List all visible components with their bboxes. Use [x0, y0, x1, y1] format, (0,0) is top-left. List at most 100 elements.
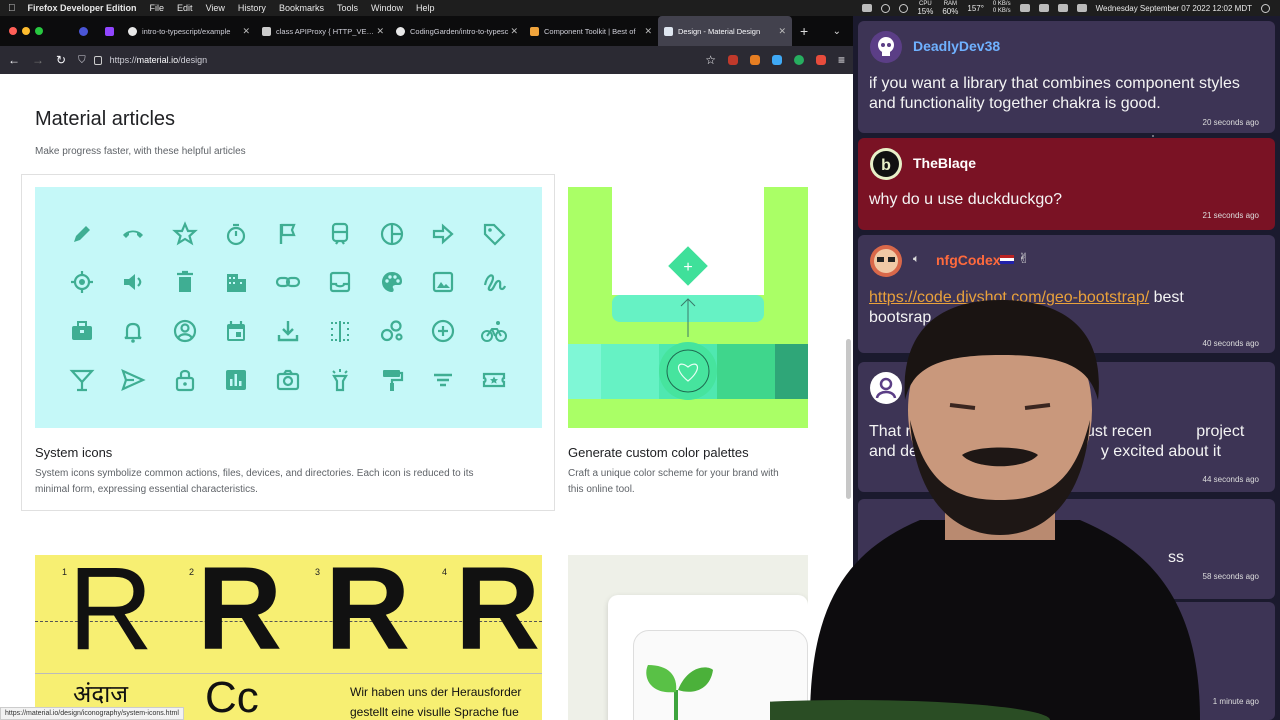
search-icon[interactable]: [1057, 4, 1068, 12]
chat-timestamp: 40 seconds ago: [1202, 339, 1260, 348]
tab-class-apiproxy[interactable]: class APIProxy { HTTP_VERB ✕: [256, 16, 390, 46]
new-tab-button[interactable]: +: [800, 23, 808, 39]
type-letter-r-2: R: [197, 555, 283, 675]
menu-bookmarks[interactable]: Bookmarks: [279, 3, 324, 13]
type-letter-r-3: R: [325, 555, 411, 675]
chat-text: ss: [1168, 549, 1184, 566]
tab-component-toolkit[interactable]: Component Toolkit | Best of ✕: [524, 16, 658, 46]
ticket-icon: [481, 367, 507, 393]
extension-2-icon[interactable]: [749, 55, 760, 65]
chat-message[interactable]: 1 minute ago: [858, 602, 1275, 720]
zoom-window-button[interactable]: [35, 27, 43, 35]
bookmark-star-icon[interactable]: ☆: [705, 53, 716, 67]
tab-codinggarden[interactable]: CodingGarden/intro-to-typesc ✕: [390, 16, 524, 46]
typography-illustration[interactable]: 1 2 3 4 R R R R अंदाज Cc Wir haben uns d…: [35, 555, 542, 720]
material-icon: [664, 26, 673, 36]
menu-file[interactable]: File: [150, 3, 165, 13]
skull-icon: [878, 37, 894, 56]
close-tab-icon[interactable]: ✕: [242, 26, 250, 37]
muted-icon: 🔈︎: [913, 253, 920, 265]
cpu-stat[interactable]: CPU 15%: [917, 1, 933, 16]
extension-5-icon[interactable]: [815, 55, 826, 65]
menu-view[interactable]: View: [206, 3, 225, 13]
pencil-icon: [69, 221, 95, 247]
menu-history[interactable]: History: [238, 3, 266, 13]
chat-message[interactable]: 🔈︎ nfgCodex ✌︎ https://code.divshot.com/…: [858, 235, 1275, 353]
apple-icon[interactable]: : [8, 3, 16, 14]
chat-username[interactable]: DeadlyDev38: [913, 38, 1000, 54]
system-icons-illustration[interactable]: [35, 187, 542, 428]
chat-timestamp: 44 seconds ago: [1202, 475, 1260, 484]
chat-username[interactable]: nfgCodex: [936, 252, 1001, 268]
back-button[interactable]: ←: [8, 53, 20, 67]
menu-window[interactable]: Window: [371, 3, 403, 13]
forward-button[interactable]: →: [32, 53, 44, 67]
bubbles-icon: [379, 318, 405, 344]
ram-stat[interactable]: RAM 60%: [942, 1, 958, 16]
menu-app-name[interactable]: Firefox Developer Edition: [28, 3, 137, 13]
close-tab-icon[interactable]: ✕: [376, 26, 384, 37]
material-page: Material articles Make progress faster, …: [0, 74, 853, 720]
tab-list-chevron-icon[interactable]: ⌄: [833, 26, 841, 37]
chat-username[interactable]: TheBlaqe: [913, 155, 976, 171]
extension-3-icon[interactable]: [771, 55, 782, 65]
card-title-system-icons[interactable]: System icons: [35, 445, 112, 460]
flashlight-icon: [327, 367, 353, 393]
extension-4-icon[interactable]: [793, 55, 804, 65]
avatar[interactable]: b: [870, 148, 902, 180]
menu-tools[interactable]: Tools: [337, 3, 358, 13]
twitch-icon: [104, 26, 114, 36]
chat-message-highlighted[interactable]: b TheBlaqe why do u use duckduckgo? 21 s…: [858, 138, 1275, 230]
chat-message[interactable]: That r me in the past but I just recen p…: [858, 362, 1275, 492]
plant-leaf-icon: [646, 665, 713, 720]
add-circle-icon: [430, 318, 456, 344]
palette-icon: [379, 269, 405, 295]
avatar[interactable]: [870, 372, 902, 404]
type-letter-r-4: R: [455, 555, 541, 675]
menu-help[interactable]: Help: [416, 3, 435, 13]
power-icon[interactable]: [1261, 3, 1270, 13]
temperature-stat[interactable]: 157°: [967, 4, 984, 13]
camera-icon: [275, 367, 301, 393]
minimize-window-button[interactable]: [22, 27, 30, 35]
close-tab-icon[interactable]: ✕: [778, 26, 786, 37]
chat-message[interactable]: DeadlyDev38 if you want a library that c…: [858, 21, 1275, 133]
sync-icon[interactable]: [881, 3, 891, 13]
network-stat[interactable]: 0 KB/s 0 KB/s: [993, 1, 1011, 15]
type-number-4: 4: [442, 567, 448, 577]
avatar[interactable]: [870, 245, 902, 277]
flag-icon: [1000, 255, 1014, 264]
type-number-3: 3: [315, 567, 321, 577]
color-palette-illustration[interactable]: +: [568, 187, 808, 428]
close-tab-icon[interactable]: ✕: [644, 26, 652, 37]
display-icon[interactable]: [1019, 4, 1030, 12]
control-center-icon[interactable]: [1076, 4, 1087, 12]
avatar[interactable]: [870, 31, 902, 63]
github-status-icon[interactable]: [862, 4, 873, 12]
page-scrollbar[interactable]: [846, 339, 851, 499]
datetime[interactable]: Wednesday September 07 2022 12:02 MDT: [1096, 4, 1252, 13]
link-icon: [275, 269, 301, 295]
menubar-status-area: CPU 15% RAM 60% 157° 0 KB/s 0 KB/s Wednesda…: [862, 0, 1270, 16]
plant-illustration[interactable]: [568, 555, 808, 720]
hamburger-menu-icon[interactable]: ≡: [838, 53, 845, 67]
wifi-icon[interactable]: [1038, 4, 1049, 12]
type-devanagari: अंदाज: [73, 681, 129, 708]
shield-icon[interactable]: ⛉: [78, 55, 86, 66]
chat-link[interactable]: https://code.divshot.com/geo-bootstrap/: [869, 289, 1149, 306]
menu-edit[interactable]: Edit: [177, 3, 193, 13]
extension-1-icon[interactable]: [727, 55, 738, 65]
address-bar[interactable]: ⛉ https://material.io/design: [78, 55, 693, 66]
url-text[interactable]: https://material.io/design: [110, 55, 208, 65]
reload-button[interactable]: ↻: [56, 53, 66, 67]
close-tab-icon[interactable]: ✕: [510, 26, 518, 37]
pinned-tab-twitch[interactable]: [96, 16, 122, 46]
clock-icon[interactable]: [899, 3, 909, 13]
lock-icon[interactable]: [93, 55, 102, 65]
tab-material-design[interactable]: Design - Material Design ✕: [658, 16, 792, 46]
card-title-color-palettes[interactable]: Generate custom color palettes: [568, 445, 749, 460]
tab-intro-to-typescript[interactable]: intro-to-typescript/example ✕: [122, 16, 256, 46]
close-window-button[interactable]: [9, 27, 17, 35]
pinned-tab-1[interactable]: [70, 16, 96, 46]
chat-message[interactable]: ss 58 seconds ago: [858, 499, 1275, 599]
